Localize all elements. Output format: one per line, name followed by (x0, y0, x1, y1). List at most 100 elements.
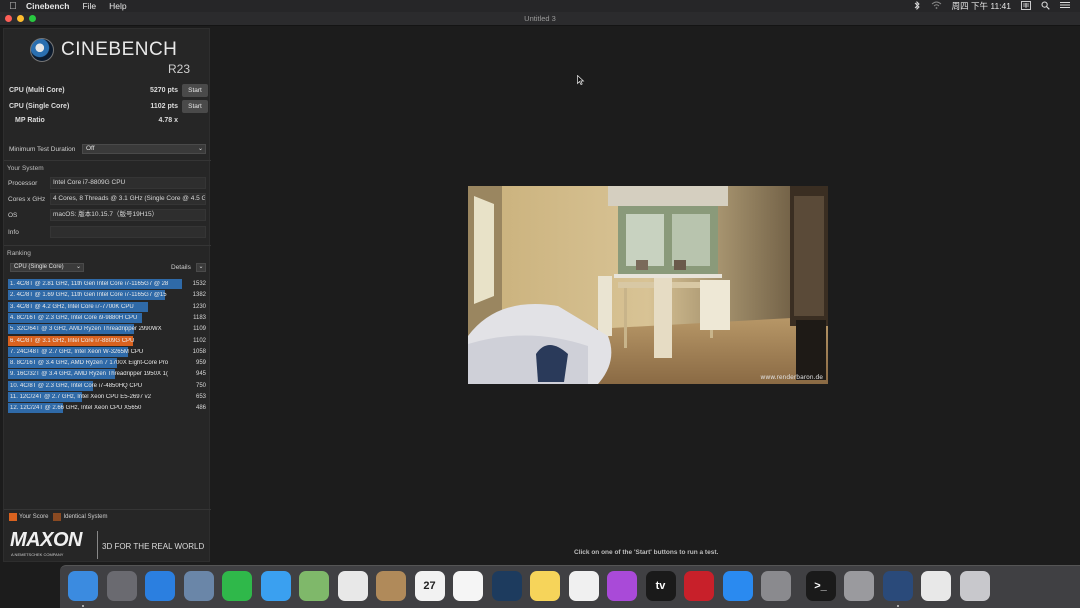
photos-icon[interactable] (337, 571, 368, 601)
menu-file[interactable]: File (82, 1, 96, 11)
ranking-row[interactable]: 2. 4C/8T @ 1.69 GHz, 11th Gen Intel Core… (8, 290, 208, 301)
mouse-cursor-icon (577, 75, 585, 85)
chevron-down-icon: ⌄ (197, 146, 203, 152)
legend-identical-system: Identical System (63, 514, 108, 520)
maps-icon[interactable] (299, 571, 329, 601)
score-row-mp-ratio: MP Ratio 4.78 x (8, 114, 208, 128)
search-icon[interactable] (1041, 1, 1050, 12)
system-key: Info (8, 229, 19, 236)
score-label: CPU (Single Core) (9, 103, 70, 110)
contacts-icon[interactable] (376, 571, 406, 601)
window-titlebar[interactable]: Untitled 3 (0, 12, 1080, 26)
ranking-row[interactable]: 11. 12C/24T @ 2.7 GHz, Intel Xeon CPU E5… (8, 392, 208, 402)
red-app-icon[interactable] (684, 571, 714, 601)
cinebench-logo-icon (30, 38, 54, 62)
running-indicator (896, 605, 899, 607)
ranking-cpu-label: 1. 4C/8T @ 2.81 GHz, 11th Gen Intel Core… (10, 281, 169, 287)
ranking-score: 1058 (192, 348, 206, 355)
details-label: Details (171, 264, 191, 271)
finder-icon[interactable] (68, 571, 98, 601)
score-label: MP Ratio (15, 117, 45, 124)
score-label: CPU (Multi Core) (9, 87, 65, 94)
ranking-cpu-label: 12. 12C/24T @ 2.66 GHz, Intel Xeon CPU X… (10, 405, 142, 412)
details-toggle-button[interactable]: ⌄ (196, 263, 206, 272)
launchpad-icon[interactable] (106, 571, 137, 601)
info-field[interactable] (50, 226, 206, 238)
window-title: Untitled 3 (524, 14, 556, 23)
safari-icon[interactable] (145, 571, 175, 601)
ranking-row[interactable]: 7. 24C/48T @ 2.7 GHz, Intel Xeon W-3265M… (8, 346, 208, 357)
ranking-score: 486 (195, 405, 206, 412)
ranking-cpu-label: 3. 4C/8T @ 4.2 GHz, Intel Core i7-7700K … (10, 303, 134, 310)
control-center-icon[interactable] (1060, 1, 1070, 11)
ranking-cpu-label: 11. 12C/24T @ 2.7 GHz, Intel Xeon CPU E5… (10, 394, 151, 400)
chevron-down-icon: ⌄ (75, 264, 81, 270)
cinebench-icon[interactable] (882, 571, 913, 601)
ranking-row[interactable]: 10. 4C/8T @ 2.3 GHz, Intel Core i7-4850H… (8, 380, 208, 391)
ranking-cpu-label: 9. 16C/32T @ 3.4 GHz, AMD Ryzen Threadri… (10, 371, 168, 378)
bluetooth-icon[interactable] (914, 0, 921, 12)
wifi-icon[interactable] (931, 1, 942, 11)
clock[interactable]: 周四 下午 11:41 (952, 0, 1011, 12)
min-test-duration-select[interactable]: Off ⌄ (82, 144, 206, 154)
render-watermark: www.renderbaron.de (760, 374, 823, 381)
ranking-row[interactable]: 4. 8C/16T @ 2.3 GHz, Intel Core i9-9880H… (8, 312, 208, 323)
maxon-tagline: 3D FOR THE REAL WORLD (102, 542, 205, 551)
logo-name: CINEBENCH (61, 39, 178, 60)
maxon-logo: MAXON A NEMETSCHEK COMPANY 3D FOR THE RE… (9, 529, 209, 561)
start-single-core-button[interactable]: Start (182, 100, 208, 113)
ranking-score: 959 (195, 360, 206, 367)
system-preferences-icon[interactable] (761, 571, 791, 601)
notes-icon[interactable] (530, 571, 560, 601)
menu-help[interactable]: Help (109, 1, 126, 11)
ranking-score: 1102 (193, 337, 206, 344)
ranking-row[interactable]: 5. 32C/64T @ 3 GHz, AMD Ryzen Threadripp… (8, 324, 208, 335)
ranking-score: 1532 (192, 281, 206, 287)
ranking-score: 945 (195, 371, 206, 378)
apple-menu-icon[interactable]:  (0, 1, 26, 12)
trash-icon[interactable] (959, 571, 990, 601)
system-key: Cores x GHz (8, 196, 46, 203)
messages-icon[interactable] (260, 571, 291, 601)
apple-tv-icon[interactable]: tv (645, 571, 676, 601)
disk-utility-icon[interactable] (844, 571, 874, 601)
cinebench-sidebar: CINEBENCH R23 CPU (Multi Core) 5270 pts … (3, 28, 211, 562)
ranking-row[interactable]: 8. 8C/16T @ 3.4 GHz, AMD Ryzen 7 1700X E… (8, 358, 208, 369)
ranking-row[interactable]: 12. 12C/24T @ 2.66 GHz, Intel Xeon CPU X… (8, 403, 208, 414)
system-row-os: OS macOS: 版本10.15.7（版号19H15） (8, 209, 206, 221)
music-icon[interactable] (568, 571, 599, 601)
reminders-icon[interactable] (453, 571, 483, 601)
min-test-duration-label: Minimum Test Duration (9, 146, 76, 153)
ranking-score: 1382 (192, 292, 206, 299)
mail-icon[interactable] (183, 571, 214, 601)
dock: 27 tv >_ (60, 565, 1080, 608)
score-value: 5270 pts (149, 87, 178, 94)
ranking-row[interactable]: 3. 4C/8T @ 4.2 GHz, Intel Core i7-7700K … (8, 301, 208, 312)
steam-icon[interactable] (491, 571, 522, 601)
score-value: 4.78 x (158, 117, 178, 124)
ranking-score: 1109 (193, 326, 206, 333)
podcasts-icon[interactable] (607, 571, 637, 601)
ranking-cpu-label: 4. 8C/16T @ 2.3 GHz, Intel Core i9-9880H… (10, 314, 138, 321)
ranking-type-select[interactable]: CPU (Single Core) ⌄ (10, 263, 84, 272)
system-row-cores: Cores x GHz 4 Cores, 8 Threads @ 3.1 GHz… (8, 193, 206, 205)
ranking-score: 653 (195, 394, 206, 400)
app-store-icon[interactable] (722, 571, 753, 601)
start-multi-core-button[interactable]: Start (182, 84, 208, 97)
ranking-row[interactable]: 6. 4C/8T @ 3.1 GHz, Intel Core i7-8809G … (8, 335, 208, 346)
logo-version: R23 (167, 62, 190, 76)
ranking-header: Ranking (7, 250, 31, 257)
divider (4, 245, 211, 246)
downloads-icon[interactable] (921, 571, 951, 601)
ranking-score: 1230 (192, 303, 206, 310)
ranking-row[interactable]: 9. 16C/32T @ 3.4 GHz, AMD Ryzen Threadri… (8, 369, 208, 380)
menu-app-name[interactable]: Cinebench (26, 1, 69, 11)
calendar-icon[interactable]: 27 (414, 571, 445, 601)
facetime-icon[interactable] (222, 571, 252, 601)
ranking-score: 1183 (193, 314, 206, 321)
terminal-icon[interactable]: >_ (805, 571, 836, 601)
maxon-separator (97, 531, 98, 559)
divider (4, 160, 211, 161)
input-method-icon[interactable] (1021, 0, 1031, 12)
ranking-row[interactable]: 1. 4C/8T @ 2.81 GHz, 11th Gen Intel Core… (8, 279, 208, 289)
